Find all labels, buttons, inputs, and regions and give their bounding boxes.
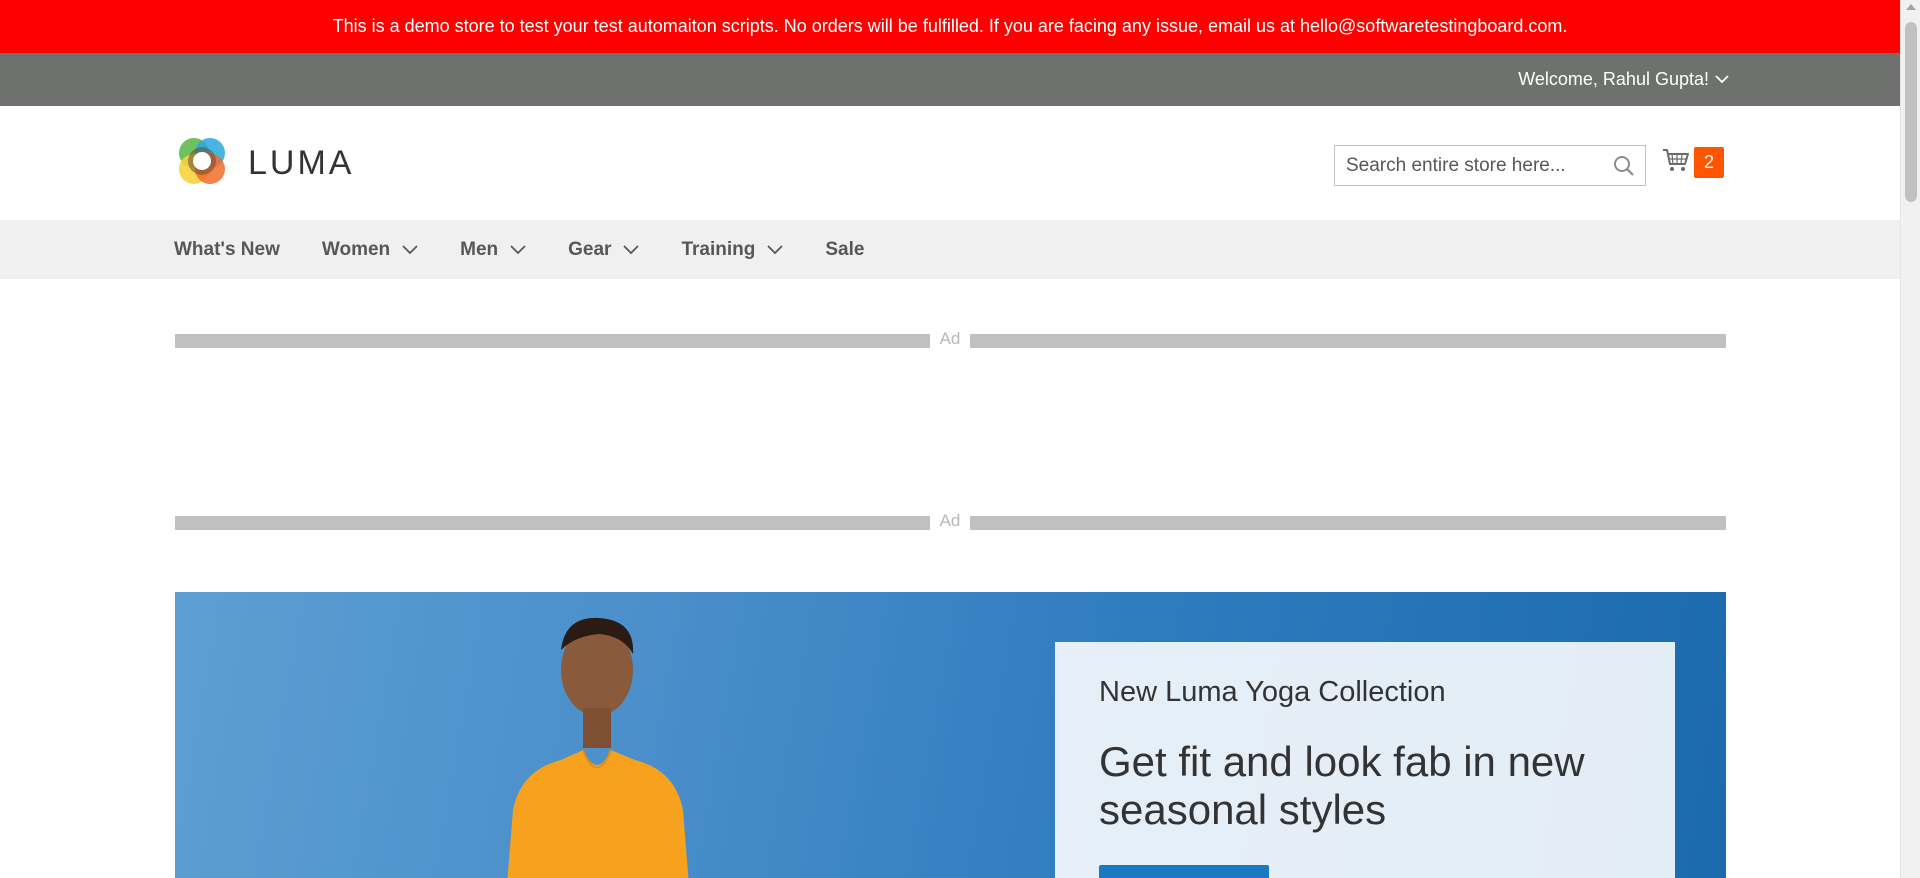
hero-headline: Get fit and look fab in new seasonal sty… [1099,738,1585,833]
demo-store-notice: This is a demo store to test your test a… [0,0,1900,53]
chevron-down-icon [402,244,418,255]
hero-banner[interactable]: New Luma Yoga Collection Get fit and loo… [175,592,1726,878]
shop-new-yoga-button[interactable] [1099,865,1269,878]
ad-separator-bottom: Ad [175,511,1726,530]
logo-text: LUMA [248,144,355,182]
ad-label: Ad [939,511,961,530]
page-header: LUMA 2 [0,106,1900,220]
cart-icon [1662,146,1690,179]
store-logo[interactable]: LUMA [174,133,354,194]
ad-label: Ad [939,329,961,348]
welcome-text: Welcome, Rahul Gupta! [1518,69,1709,89]
search-input[interactable] [1346,154,1606,177]
header-panel: Welcome, Rahul Gupta! [0,53,1900,106]
nav-item-training[interactable]: Training [681,239,783,261]
nav-item-sale[interactable]: Sale [825,239,864,261]
hero-kicker: New Luma Yoga Collection [1099,676,1446,708]
hero-promo-panel: New Luma Yoga Collection Get fit and loo… [1055,642,1675,878]
ad-bar [175,334,930,348]
ad-bar [175,516,930,530]
luma-logo-icon [174,133,230,194]
nav-item-label: What's New [174,238,280,260]
cart-count-badge: 2 [1694,147,1724,178]
nav-item-label: Gear [568,238,612,260]
nav-item-whats-new[interactable]: What's New [174,239,280,261]
ad-separator-top: Ad [175,329,1726,348]
page-scrollbar[interactable] [1900,0,1920,878]
main-navigation: What's New Women Men Gear Training Sale [0,220,1900,279]
nav-list: What's New Women Men Gear Training Sale [174,220,906,279]
nav-item-label: Training [681,238,756,260]
nav-item-label: Men [460,238,499,260]
nav-item-label: Women [321,238,391,260]
demo-store-notice-text: This is a demo store to test your test a… [332,16,1568,36]
search-box [1334,145,1646,186]
nav-item-label: Sale [825,238,865,260]
minicart-link[interactable]: 2 [1662,146,1724,179]
scroll-thumb[interactable] [1905,22,1917,202]
nav-item-men[interactable]: Men [460,239,526,261]
chevron-down-icon [623,244,640,255]
chevron-down-icon [510,244,526,255]
chevron-down-icon [1715,75,1729,84]
nav-item-women[interactable]: Women [322,239,418,261]
yoga-model-image [495,610,915,878]
scroll-up-arrow-icon[interactable] [1906,4,1916,10]
ad-bar [970,334,1726,348]
ad-bar [970,516,1726,530]
customer-welcome-menu[interactable]: Welcome, Rahul Gupta! [1518,53,1729,106]
nav-item-gear[interactable]: Gear [568,238,640,261]
search-icon[interactable] [1613,155,1635,182]
chevron-down-icon [767,244,783,255]
